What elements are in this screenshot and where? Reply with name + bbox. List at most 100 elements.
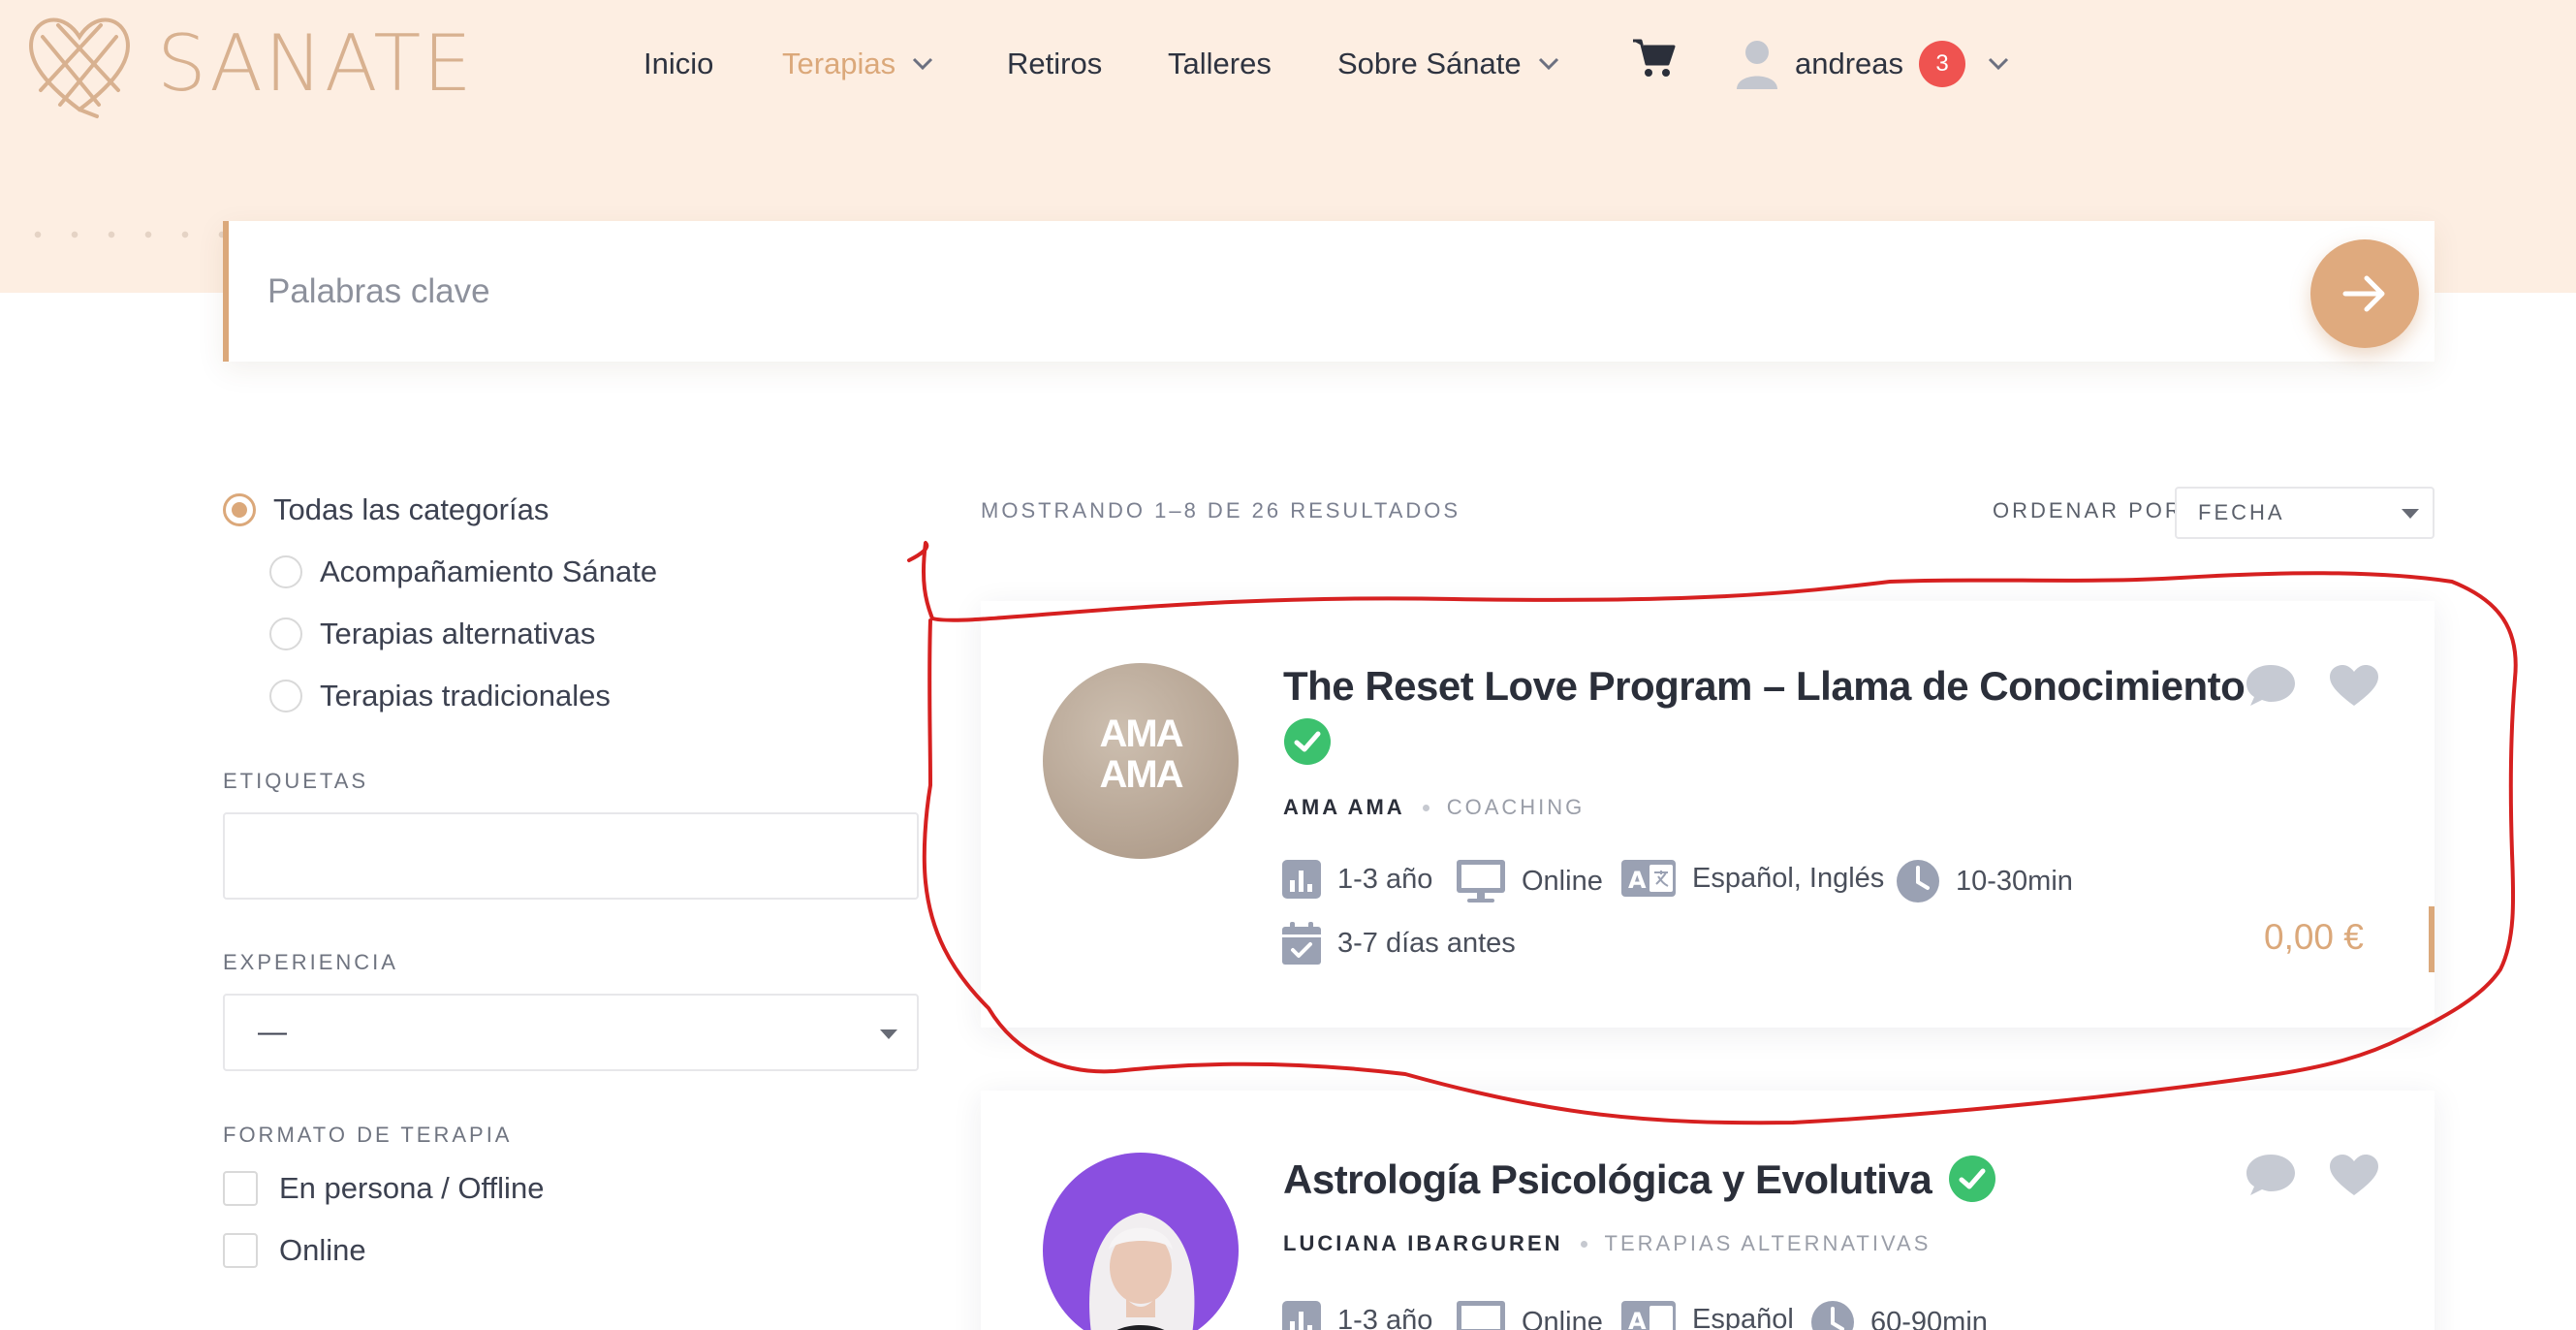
nav-talleres[interactable]: Talleres — [1168, 35, 1272, 93]
chat-bubble-icon[interactable] — [2245, 1153, 2297, 1197]
chevron-down-icon — [1988, 57, 2009, 71]
order-select[interactable]: FECHA — [2175, 487, 2435, 539]
radio[interactable] — [269, 618, 302, 650]
experience-text: 1-3 año — [1337, 1304, 1433, 1330]
experience-text: 1-3 año — [1337, 863, 1433, 895]
languages-text: Español — [1692, 1303, 1794, 1330]
format-text: Online — [1522, 865, 1603, 897]
therapy-title[interactable]: Astrología Psicológica y Evolutiva — [1283, 1155, 1996, 1203]
category-label: Terapias tradicionales — [320, 679, 611, 712]
therapy-price: 0,00 € — [2264, 917, 2364, 957]
calendar-check-icon — [1282, 922, 1321, 965]
duration-text: 60-90min — [1870, 1306, 1988, 1330]
search-bar — [223, 221, 2435, 362]
therapy-category[interactable]: TERAPIAS ALTERNATIVAS — [1605, 1231, 1932, 1256]
nav-retiros[interactable]: Retiros — [1007, 35, 1102, 93]
experience-value: — — [258, 1016, 287, 1048]
separator-dot — [1422, 804, 1429, 811]
portrait-photo — [1089, 1213, 1195, 1330]
format-online[interactable]: Online — [223, 1233, 366, 1268]
bar-chart-icon — [1282, 1301, 1321, 1330]
feature-experience: 1-3 año — [1281, 1300, 1432, 1330]
feature-booking: 3-7 días antes — [1281, 921, 1516, 966]
category-all[interactable]: Todas las categorías — [223, 492, 549, 527]
chat-bubble-icon[interactable] — [2245, 663, 2297, 708]
therapy-card[interactable]: Astrología Psicológica y Evolutiva LUCIA… — [981, 1091, 2435, 1330]
heart-knot-icon — [29, 17, 130, 118]
nav-sobre-sanate[interactable]: Sobre Sánate — [1337, 35, 1560, 93]
format-label: FORMATO DE TERAPIA — [223, 1123, 513, 1147]
feature-format: Online — [1456, 859, 1603, 903]
chevron-down-icon — [1538, 57, 1558, 71]
category-alternativas[interactable]: Terapias alternativas — [269, 617, 595, 651]
search-submit-button[interactable] — [2310, 239, 2419, 348]
feature-languages: A Español, Inglés — [1620, 859, 1884, 898]
heart-favorite-icon[interactable] — [2328, 1153, 2380, 1197]
checkbox[interactable] — [223, 1171, 258, 1206]
tags-input[interactable] — [223, 812, 919, 900]
nav-inicio[interactable]: Inicio — [644, 35, 713, 93]
arrow-right-icon — [2342, 275, 2385, 312]
category-label: Todas las categorías — [273, 492, 550, 526]
heart-favorite-icon[interactable] — [2328, 663, 2380, 708]
therapy-card[interactable]: AMA AMA The Reset Love Program – Llama d… — [981, 601, 2435, 1028]
brand-name: SANATE — [157, 17, 474, 109]
feature-experience: 1-3 año — [1281, 859, 1432, 900]
nav-sobre-sanate-label: Sobre Sánate — [1337, 47, 1522, 80]
order-label: ORDENAR POR — [1993, 498, 2183, 522]
notification-badge: 3 — [1919, 41, 1966, 87]
caret-down-icon — [880, 1029, 897, 1039]
search-input[interactable] — [267, 271, 2109, 311]
feature-duration: 60-90min — [1810, 1300, 1988, 1330]
translate-icon: A — [1621, 1301, 1676, 1330]
tags-label: ETIQUETAS — [223, 769, 369, 793]
category-label: Acompañamiento Sánate — [320, 554, 658, 588]
feature-duration: 10-30min — [1896, 859, 2073, 903]
bar-chart-icon — [1282, 860, 1321, 899]
therapist-name[interactable]: AMA AMA — [1283, 795, 1405, 820]
category-acompanamiento[interactable]: Acompañamiento Sánate — [269, 554, 657, 589]
site-logo[interactable]: SANATE — [21, 8, 474, 119]
order-value: FECHA — [2198, 500, 2285, 524]
caret-down-icon — [2402, 509, 2419, 519]
shopping-cart-icon[interactable] — [1631, 35, 1676, 79]
checkbox[interactable] — [223, 1233, 258, 1268]
svg-text:A: A — [1628, 867, 1647, 894]
radio[interactable] — [269, 680, 302, 712]
therapy-category[interactable]: COACHING — [1447, 795, 1586, 820]
clock-icon — [1897, 860, 1939, 902]
user-name: andreas — [1795, 47, 1904, 80]
category-tradicionales[interactable]: Terapias tradicionales — [269, 679, 611, 713]
nav-inicio-label: Inicio — [644, 47, 714, 80]
translate-icon: A — [1621, 860, 1676, 897]
feature-format: Online — [1456, 1300, 1603, 1330]
duration-text: 10-30min — [1956, 865, 2073, 897]
therapist-avatar[interactable]: AMA AMA — [1043, 663, 1239, 859]
format-text: Online — [1522, 1306, 1603, 1330]
format-offline[interactable]: En persona / Offline — [223, 1171, 544, 1206]
therapy-title[interactable]: The Reset Love Program – Llama de Conoci… — [1283, 663, 2246, 710]
therapist-name[interactable]: LUCIANA IBARGUREN — [1283, 1231, 1563, 1256]
verified-check-icon — [1284, 718, 1331, 765]
format-option-label: En persona / Offline — [279, 1171, 545, 1205]
experience-label: EXPERIENCIA — [223, 950, 398, 974]
feature-languages: A Español — [1620, 1300, 1794, 1330]
therapist-avatar[interactable] — [1043, 1153, 1239, 1330]
category-label: Terapias alternativas — [320, 617, 596, 650]
clock-icon — [1811, 1301, 1854, 1330]
radio-selected[interactable] — [223, 493, 256, 526]
experience-select[interactable]: — — [223, 994, 919, 1071]
user-avatar-icon — [1737, 41, 1777, 89]
booking-text: 3-7 días antes — [1337, 927, 1516, 959]
separator-dot — [1580, 1240, 1587, 1248]
user-menu[interactable]: andreas 3 — [1735, 35, 2010, 93]
nav-terapias[interactable]: Terapias — [782, 35, 934, 93]
card-meta: LUCIANA IBARGUREN TERAPIAS ALTERNATIVAS — [1283, 1231, 1931, 1256]
avatar-logo-text: AMA AMA — [1099, 712, 1183, 796]
results-summary: MOSTRANDO 1–8 DE 26 RESULTADOS — [981, 498, 1461, 522]
radio[interactable] — [269, 555, 302, 588]
svg-text:A: A — [1628, 1308, 1647, 1330]
price-accent-bar — [2429, 906, 2435, 972]
monitor-icon — [1457, 1301, 1505, 1330]
format-option-label: Online — [279, 1233, 366, 1267]
